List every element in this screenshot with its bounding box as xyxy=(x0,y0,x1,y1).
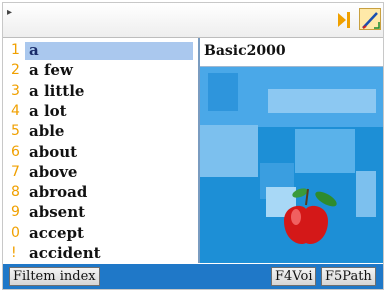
word-label: a little xyxy=(29,81,85,100)
word-shortcut-number: 5 xyxy=(11,123,20,140)
apple-illustration xyxy=(200,67,383,263)
word-label: a lot xyxy=(29,101,67,120)
word-label: about xyxy=(29,142,78,161)
word-list-item[interactable]: 0 accept xyxy=(3,224,196,244)
word-label: absent xyxy=(29,203,86,222)
filter-index-button[interactable]: Filtem index xyxy=(9,267,100,286)
word-list-item[interactable]: 1a xyxy=(3,41,196,61)
word-list-item[interactable]: 8 abroad xyxy=(3,183,196,203)
word-label: accept xyxy=(29,223,84,242)
pen-edit-icon[interactable] xyxy=(359,8,381,30)
word-list-item[interactable]: 6 about xyxy=(3,143,196,163)
word-list-item[interactable]: 2 a few xyxy=(3,61,196,81)
search-bar: ▸ xyxy=(3,3,383,38)
word-label: above xyxy=(29,162,78,181)
word-shortcut-number: 7 xyxy=(11,163,20,180)
word-list-item[interactable]: 9 absent xyxy=(3,203,196,223)
status-bar: Filtem index F4Voi F5Path xyxy=(3,264,383,289)
word-list: 1a2 a few 3 a little 4 a lot 5 able 6 about 7 above… xyxy=(3,38,200,263)
f4-voice-button[interactable]: F4Voi xyxy=(271,267,317,286)
search-input[interactable] xyxy=(17,9,321,31)
word-shortcut-number: 3 xyxy=(11,82,20,99)
preview-title-bar: Basic2000 xyxy=(200,38,383,67)
selection-highlight xyxy=(25,42,193,60)
word-shortcut-number: 9 xyxy=(11,204,20,221)
word-shortcut-number: 0 xyxy=(11,224,20,241)
preview-title: Basic2000 xyxy=(204,43,286,59)
word-list-item[interactable]: 5 able xyxy=(3,122,196,142)
dictionary-screen: ▸ 1a2 a few 3 a little 4 a lot 5 able 6 about 7 abo… xyxy=(2,2,384,290)
input-cursor-marker: ▸ xyxy=(7,7,13,18)
word-list-item[interactable]: ! accident xyxy=(3,244,196,264)
f5-path-button[interactable]: F5Path xyxy=(321,267,376,286)
word-shortcut-number: 4 xyxy=(11,102,20,119)
word-shortcut-number: 1 xyxy=(11,42,20,58)
word-shortcut-number: 8 xyxy=(11,184,20,201)
word-list-item[interactable]: 3 a little xyxy=(3,82,196,102)
word-label: able xyxy=(29,122,65,141)
word-list-item[interactable]: 7 above xyxy=(3,163,196,183)
apple-icon xyxy=(284,188,337,245)
word-shortcut-number: 2 xyxy=(11,62,20,79)
word-shortcut-number: 6 xyxy=(11,143,20,160)
word-shortcut-number: ! xyxy=(11,245,17,261)
speaker-play-icon[interactable] xyxy=(338,11,352,29)
word-list-item[interactable]: 4 a lot xyxy=(3,102,196,122)
word-label: a few xyxy=(29,61,73,80)
word-label: accident xyxy=(29,244,101,262)
word-label: abroad xyxy=(29,183,88,202)
word-label: a xyxy=(29,41,39,59)
